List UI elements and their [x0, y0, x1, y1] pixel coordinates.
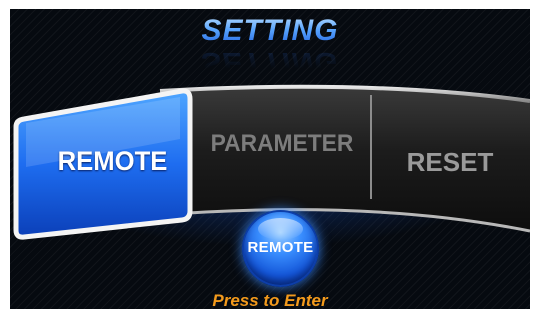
enter-remote-button[interactable]: REMOTE	[242, 210, 319, 287]
press-to-enter-hint: Press to Enter	[212, 291, 328, 309]
enter-remote-button-label: REMOTE	[247, 239, 314, 256]
menu-item-remote[interactable]: REMOTE	[44, 146, 182, 177]
menu-item-parameter[interactable]: PARAMETER	[206, 130, 358, 158]
menu-item-reset[interactable]: RESET	[380, 147, 520, 178]
button-shine	[258, 218, 303, 240]
settings-screen: SETTING SETTING REMOTE PARAMETER RESET R…	[10, 9, 530, 309]
